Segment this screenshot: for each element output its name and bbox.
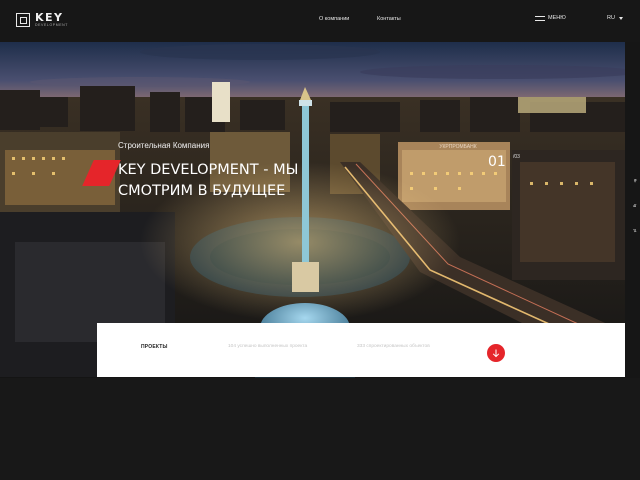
hero-title: KEY DEVELOPMENT - МЫ СМОТРИМ В БУДУЩЕЕ (118, 162, 299, 199)
stat-completed-projects: 104 успешно выполненных проекта (228, 344, 308, 349)
language-label: RU (607, 15, 615, 21)
menu-label: МЕНЮ (548, 15, 566, 21)
site-logo[interactable]: KEY DEVELOPMENT (16, 12, 68, 28)
language-selector[interactable]: RU (607, 15, 623, 21)
logo-word: KEY (35, 11, 64, 24)
social-rail (625, 42, 640, 378)
house-icon (16, 12, 30, 27)
hero-subtitle: Строительная Компания (118, 141, 210, 150)
building-sign: УКРПРОМБАНК (439, 144, 476, 150)
slide-counter-total: /03 (513, 154, 520, 160)
menu-button[interactable]: МЕНЮ (535, 15, 566, 21)
site-header: KEY DEVELOPMENT О компании Контакты МЕНЮ… (0, 0, 640, 42)
hamburger-icon (535, 15, 545, 21)
arrow-down-icon (492, 349, 500, 357)
chevron-down-icon (618, 16, 623, 20)
nav-contacts-link[interactable]: Контакты (377, 16, 401, 22)
projects-bar: ПРОЕКТЫ 104 успешно выполненных проекта … (97, 323, 625, 377)
stat-designed-objects: 333 спроектированных объектов (357, 344, 430, 349)
instagram-link[interactable]: ig (632, 204, 638, 207)
youtube-link[interactable]: yt (632, 229, 638, 232)
facebook-link[interactable]: fb (632, 179, 638, 182)
nav-about-link[interactable]: О компании (319, 16, 349, 22)
slide-counter-current: 01 (488, 154, 506, 170)
logo-subtitle: DEVELOPMENT (35, 23, 69, 27)
scroll-down-button[interactable] (487, 344, 505, 362)
projects-link[interactable]: ПРОЕКТЫ (141, 344, 168, 350)
